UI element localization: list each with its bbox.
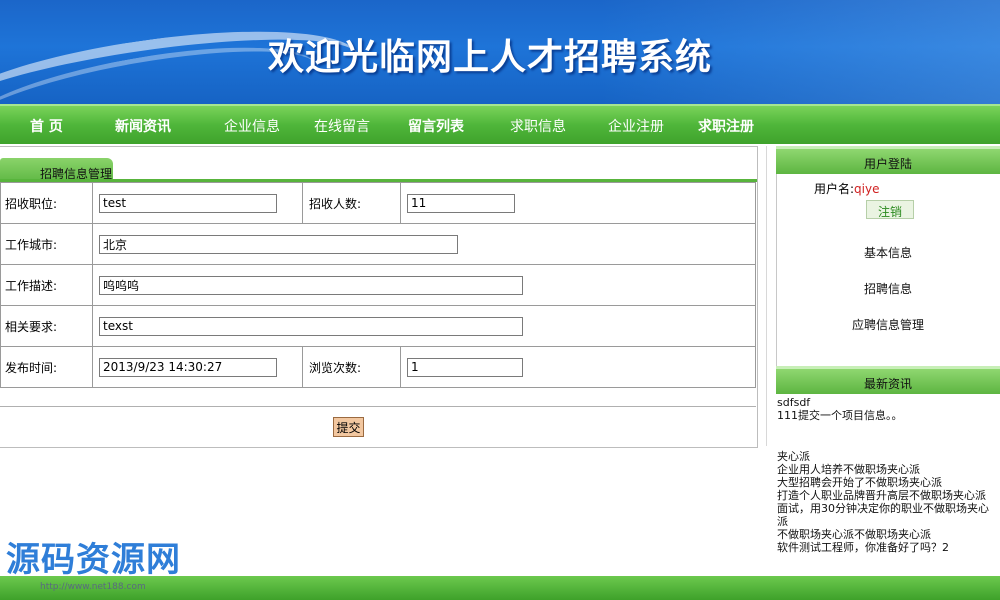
news-item[interactable]: 面试，用30分钟决定你的职业不做职场夹心派 xyxy=(777,502,999,528)
nav-item-job-seeking[interactable]: 求职信息 xyxy=(510,116,566,136)
publish-time-input[interactable] xyxy=(99,357,277,377)
user-panel-header: 用户登陆 xyxy=(776,146,1000,174)
position-cell xyxy=(92,182,303,224)
publish-time-cell xyxy=(92,346,303,388)
nav-item-seeker-register[interactable]: 求职注册 xyxy=(698,116,754,136)
form-row: 工作城市: xyxy=(0,223,756,265)
headcount-label: 招收人数: xyxy=(302,182,401,224)
description-label: 工作描述: xyxy=(0,264,93,306)
news-item[interactable]: 不做职场夹心派不做职场夹心派 xyxy=(777,528,999,541)
link-application-management[interactable]: 应聘信息管理 xyxy=(776,316,1000,333)
views-cell xyxy=(400,346,756,388)
form-row: 工作描述: xyxy=(0,264,756,306)
news-item[interactable]: 夹心派 xyxy=(777,450,999,463)
recruitment-form: 招收职位: 招收人数: 工作城市: 工作描述: 相关要求: xyxy=(0,182,756,388)
nav-item-news[interactable]: 新闻资讯 xyxy=(115,116,171,136)
form-row: 相关要求: xyxy=(0,305,756,347)
username-value: qiye xyxy=(854,182,880,196)
link-recruitment-info[interactable]: 招聘信息 xyxy=(776,280,1000,297)
news-item[interactable]: 大型招聘会开始了不做职场夹心派 xyxy=(777,476,999,489)
news-item[interactable]: 打造个人职业品牌晋升高层不做职场夹心派 xyxy=(777,489,999,502)
city-input[interactable] xyxy=(99,234,458,254)
requirements-input[interactable] xyxy=(99,316,523,336)
position-input[interactable] xyxy=(99,193,277,213)
news-gap xyxy=(777,422,999,450)
news-item[interactable]: sdfsdf xyxy=(777,396,999,409)
column-divider xyxy=(766,146,767,446)
watermark-logo: 源码资源网 xyxy=(6,540,181,580)
main-nav: 首 页 新闻资讯 企业信息 在线留言 留言列表 求职信息 企业注册 求职注册 xyxy=(0,104,1000,144)
views-label: 浏览次数: xyxy=(302,346,401,388)
link-basic-info[interactable]: 基本信息 xyxy=(776,244,1000,261)
news-item[interactable]: 111提交一个项目信息。。 xyxy=(777,409,999,422)
headcount-cell xyxy=(400,182,756,224)
nav-item-message-list[interactable]: 留言列表 xyxy=(408,116,464,136)
nav-item-company-info[interactable]: 企业信息 xyxy=(224,116,280,136)
requirements-cell xyxy=(92,305,756,347)
position-label: 招收职位: xyxy=(0,182,93,224)
nav-item-online-message[interactable]: 在线留言 xyxy=(314,116,370,136)
views-input[interactable] xyxy=(407,357,523,377)
nav-item-company-register[interactable]: 企业注册 xyxy=(608,116,664,136)
watermark-url: http://www.net188.com xyxy=(40,582,146,592)
requirements-label: 相关要求: xyxy=(0,305,93,347)
submit-button[interactable]: 提交 xyxy=(333,417,364,437)
form-row: 发布时间: 浏览次数: xyxy=(0,346,756,388)
publish-time-label: 发布时间: xyxy=(0,346,93,388)
headcount-input[interactable] xyxy=(407,193,515,213)
news-list: sdfsdf 111提交一个项目信息。。 夹心派 企业用人培养不做职场夹心派 大… xyxy=(777,396,999,554)
news-item[interactable]: 软件测试工程师，你准备好了吗？2 xyxy=(777,541,999,554)
logout-button[interactable]: 注销 xyxy=(866,200,914,219)
description-cell xyxy=(92,264,756,306)
site-title: 欢迎光临网上人才招聘系统 xyxy=(268,36,713,78)
city-cell xyxy=(92,223,756,265)
description-input[interactable] xyxy=(99,275,523,295)
form-row: 招收职位: 招收人数: xyxy=(0,182,756,224)
submit-row xyxy=(0,406,756,446)
header-banner: 欢迎光临网上人才招聘系统 xyxy=(0,0,1000,104)
page: 欢迎光临网上人才招聘系统 首 页 新闻资讯 企业信息 在线留言 留言列表 求职信… xyxy=(0,0,1000,600)
news-item[interactable]: 企业用人培养不做职场夹心派 xyxy=(777,463,999,476)
nav-item-home[interactable]: 首 页 xyxy=(30,116,63,136)
username-label: 用户名: xyxy=(814,182,855,196)
news-panel-header: 最新资讯 xyxy=(776,366,1000,394)
city-label: 工作城市: xyxy=(0,223,93,265)
username-line: 用户名:qiye xyxy=(814,180,879,197)
